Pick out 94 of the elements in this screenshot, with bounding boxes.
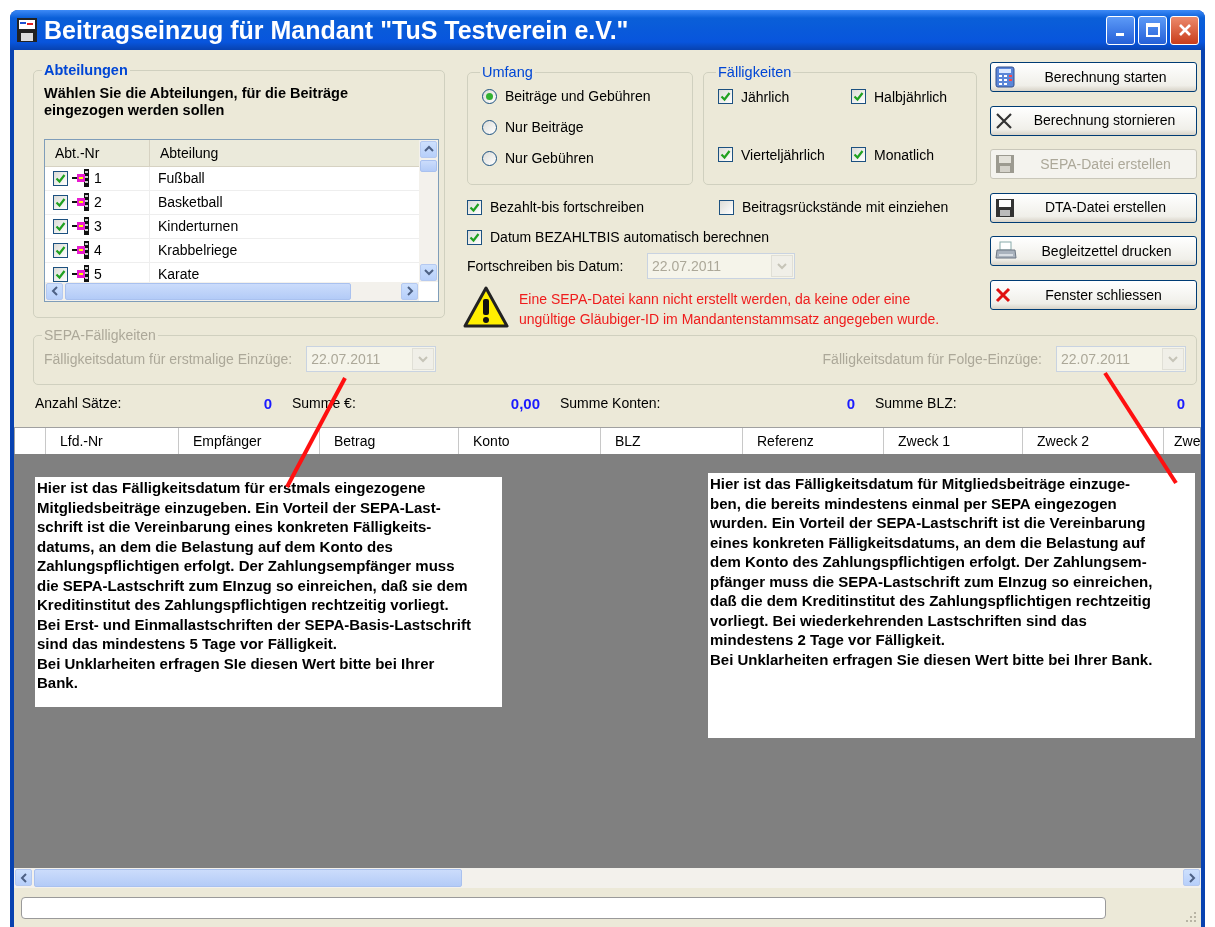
checkbox[interactable] [53, 242, 68, 258]
checkbox[interactable] [718, 89, 733, 105]
scrollbar[interactable] [419, 139, 438, 282]
window-title: Beitragseinzug für Mandant "TuS Testverein e.V." [44, 15, 630, 45]
checkbox[interactable] [851, 89, 866, 105]
column-header[interactable]: Abteilung [150, 139, 219, 166]
chevron-down-icon [1167, 353, 1179, 365]
scroll-up-button[interactable] [420, 140, 437, 158]
print-button[interactable]: Begleitzettel drucken [990, 236, 1197, 267]
checkbox-label[interactable]: Vierteljährlich [741, 146, 825, 164]
checkbox[interactable] [851, 147, 866, 163]
minimize-button[interactable] [1106, 15, 1135, 45]
table-cell: 1 [94, 169, 102, 187]
checkbox[interactable] [53, 170, 68, 186]
table-cell-text: Fußball [157, 169, 205, 187]
save-file-button[interactable]: DTA-Datei erstellen [990, 192, 1197, 223]
annotation-note: Hier ist das Fälligkeitsdatum für erstmals eingezogene Mitgliedsbeiträge einzugeben. Ein Vorteil der SEPA-Last- schrift ist die Vereinbarung eines konkreten Fälligkeits- datums, an dem die Belastung auf dem Konto des Zahlungspflichtigen erfolgt. Der Zahlungsempfänger muss die SEPA-Lastschrift zum EInzug so einreichen, daß sie dem Kreditinstitut des Zahlungspflichtigen rechtzeitig vorliegt. Bei Erst- und Einmallastschriften der SEPA-Basis-Lastschrift sind das mindestens 5 Tage vor Fälligkeit. Bei Unklarheiten erfragen SIe diesen Wert bitte bei Ihrer Bank. [35, 477, 502, 707]
maximize-icon[interactable] [1144, 22, 1161, 38]
field-label: Fortschreiben bis Datum: [467, 257, 625, 275]
warning-text: Eine SEPA-Datei kann nicht erstellt werden, da keine oder eine ungültige Gläubiger-ID im Mandantenstammsatz angegeben wurde. [519, 290, 941, 329]
plug-icon [71, 240, 91, 261]
scroll-thumb[interactable] [34, 869, 462, 887]
checkbox-label[interactable]: Monatlich [874, 146, 934, 164]
checkbox[interactable] [718, 147, 733, 163]
cancel-button[interactable]: Berechnung stornieren [990, 105, 1197, 136]
cross-icon [995, 111, 1013, 130]
radio-button[interactable] [482, 119, 497, 135]
scrollbar[interactable] [45, 281, 419, 301]
summary-value: 0 [1176, 395, 1185, 414]
group-title: Abteilungen [43, 63, 129, 79]
radio-label[interactable]: Beiträge und Gebühren [505, 88, 651, 105]
summary-value: 0 [846, 395, 855, 414]
group-title: Umfang [481, 65, 534, 81]
field-label: Fälligkeitsdatum für erstmalige Einzüge: [44, 350, 293, 368]
summary-label: Summe BLZ: [875, 395, 957, 413]
checkbox[interactable] [53, 194, 68, 210]
plug-icon [71, 264, 91, 282]
window-icon [16, 17, 38, 43]
summary-value: 0 [263, 395, 272, 414]
start-button[interactable]: Berechnung starten [990, 62, 1197, 92]
scroll-right-button[interactable] [1183, 869, 1200, 886]
radio-label[interactable]: Nur Gebühren [505, 150, 594, 167]
calculator-icon [995, 66, 1015, 88]
radio-label[interactable]: Nur Beiträge [505, 119, 584, 136]
checkbox[interactable] [719, 199, 734, 215]
checkbox[interactable] [53, 266, 68, 282]
close-icon [995, 286, 1011, 303]
close-icon[interactable] [1176, 22, 1193, 38]
checkbox[interactable] [53, 218, 68, 234]
scroll-right-button[interactable] [401, 282, 418, 300]
close-button[interactable] [1170, 15, 1199, 45]
scroll-left-button[interactable] [46, 282, 63, 300]
scrollbar[interactable] [14, 868, 1201, 888]
summary-label: Anzahl Sätze: [35, 395, 122, 413]
checkbox-label[interactable]: Halbjährlich [874, 88, 948, 106]
maximize-button[interactable] [1138, 15, 1167, 45]
table-cell: 3 [94, 217, 102, 235]
chevron-down-icon [776, 260, 788, 272]
printer-icon [995, 241, 1017, 262]
plug-icon [71, 216, 91, 237]
scroll-left-button[interactable] [15, 869, 32, 886]
field-label: Fälligkeitsdatum für Folge-Einzüge: [822, 350, 1042, 368]
table-cell-text: Karate [157, 265, 200, 282]
checkbox[interactable] [467, 229, 482, 245]
table-cell-text: Basketball [157, 193, 223, 211]
column-header[interactable]: Abt.-Nr [45, 139, 150, 166]
plug-icon [71, 192, 91, 213]
chevron-down-icon [417, 353, 430, 365]
radio-button[interactable] [482, 150, 497, 166]
checkbox-label[interactable]: Bezahlt-bis fortschreiben [490, 198, 645, 216]
scroll-thumb[interactable] [65, 282, 351, 300]
instruction-text: Wählen Sie die Abteilungen, für die Beiträge eingezogen werden sollen [44, 84, 349, 120]
resize-grip-icon [1185, 910, 1197, 923]
column-header[interactable]: Zwe [1164, 428, 1200, 454]
checkbox-label[interactable]: Datum BEZAHLTBIS automatisch berechnen [490, 228, 770, 246]
table-cell-text: Krabbelriege [157, 241, 238, 259]
plug-icon [71, 168, 91, 189]
summary-label: Summe Konten: [560, 395, 661, 413]
annotation-note: Hier ist das Fälligkeitsdatum für Mitgliedsbeiträge einzuge- ben, die bereits mindestens einmal per SEPA eingezogen wurden. Ein Vorteil der SEPA-Lastschrift ist die Vereinbarung eines konkreten Fälligkeitsdatums, an dem die Belastung auf dem Konto des Zahlungspflichtigen erfolgt. Der Zahlungsem- pfänger muss die SEPA-Lastschrift zum EInzug so einreichen, daß die dem Kreditinstitut des Zahlungspflichtigen rechtzeitig vorliegt. Bei wiederkehrenden Lastschriften sind das mindestens 2 Tage vor Fälligkeit. Bei Unklarheiten erfragen Sie diesen Wert bitte bei Ihrer Bank. [708, 473, 1195, 738]
warning-icon [463, 285, 509, 329]
radio-button[interactable] [482, 88, 497, 104]
scroll-thumb[interactable] [420, 159, 437, 172]
group-title: SEPA-Fälligkeiten [44, 327, 156, 343]
table-cell-text: Kinderturnen [157, 217, 239, 235]
close-window-button[interactable]: Fenster schliessen [990, 279, 1197, 310]
summary-value: 0,00 [510, 395, 540, 414]
table-cell: 2 [94, 193, 102, 211]
checkbox-label[interactable]: Beitragsrückstände mit einziehen [742, 198, 949, 216]
group-title: Fälligkeiten [717, 65, 793, 81]
table-cell: 5 [94, 265, 102, 282]
checkbox[interactable] [467, 199, 482, 215]
table-cell: 4 [94, 241, 102, 259]
checkbox-label[interactable]: Jährlich [741, 88, 790, 106]
scroll-down-button[interactable] [420, 263, 437, 281]
